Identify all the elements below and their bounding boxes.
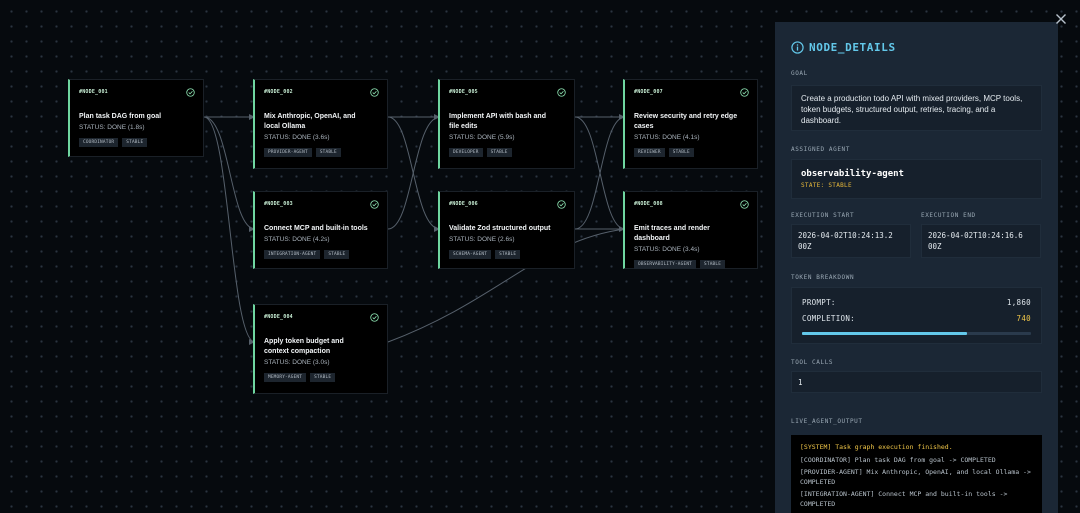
- execution-start-box: 2026-04-02T10:24:13.200Z: [791, 224, 911, 258]
- node-status: STATUS: DONE (4.1s): [634, 134, 700, 141]
- check-circle-icon: [557, 88, 566, 97]
- state-tag: STABLE: [495, 250, 521, 259]
- edge-006-007: [574, 116, 626, 230]
- check-circle-icon: [740, 88, 749, 97]
- log-line: [COORDINATOR] Plan task DAG from goal ->…: [800, 455, 996, 464]
- edge-003-005: [387, 116, 441, 230]
- node-id: #NODE_008: [634, 201, 663, 207]
- execution-start-value: 2026-04-02T10:24:13.200Z: [798, 231, 893, 251]
- node-status: STATUS: DONE (3.4s): [634, 246, 700, 253]
- node-id: #NODE_006: [449, 201, 478, 207]
- panel-title: NODE_DETAILS: [809, 40, 896, 54]
- assigned-agent-box: observability-agent STATE: STABLE: [791, 159, 1042, 199]
- graph-node[interactable]: #NODE_001 Plan task DAG from goal STATUS…: [68, 79, 204, 157]
- graph-node[interactable]: #NODE_008 Emit traces and render dashboa…: [623, 191, 758, 269]
- token-progress-bar: [802, 332, 1031, 335]
- node-status: STATUS: DONE (3.0s): [264, 359, 330, 366]
- state-tag: STABLE: [324, 250, 350, 259]
- graph-node[interactable]: #NODE_002 Mix Anthropic, OpenAI, and loc…: [253, 79, 388, 169]
- info-icon: [791, 40, 804, 54]
- agent-tag: INTEGRATION-AGENT: [264, 250, 321, 259]
- node-title: Plan task DAG from goal: [79, 113, 162, 120]
- token-breakdown-box: PROMPT: 1,860 COMPLETION: 740: [791, 287, 1042, 344]
- log-line: [INTEGRATION-AGENT] Connect MCP and buil…: [800, 490, 1008, 508]
- node-title: Connect MCP and built-in tools: [264, 225, 368, 232]
- node-title: Implement API with bash and file edits: [449, 113, 546, 130]
- state-tag: STABLE: [486, 148, 512, 157]
- tool-calls-label: TOOL CALLS: [791, 359, 834, 366]
- graph-canvas[interactable]: #NODE_001 Plan task DAG from goal STATUS…: [0, 0, 1080, 513]
- node-title: Apply token budget and context compactio…: [264, 338, 344, 355]
- tool-calls-value: 1: [798, 378, 803, 387]
- log-line: [PROVIDER-AGENT] Mix Anthropic, OpenAI, …: [800, 468, 1031, 486]
- check-circle-icon: [370, 313, 379, 322]
- close-icon[interactable]: [1054, 12, 1068, 26]
- token-breakdown-label: TOKEN BREAKDOWN: [791, 274, 855, 281]
- node-status: STATUS: DONE (1.8s): [79, 124, 145, 131]
- node-id: #NODE_007: [634, 89, 663, 95]
- live-output-log[interactable]: [SYSTEM] Task graph execution finished. …: [791, 435, 1042, 513]
- graph-node[interactable]: #NODE_005 Implement API with bash and fi…: [438, 79, 575, 169]
- token-progress-fill: [802, 332, 967, 335]
- prompt-value: 1,860: [1006, 298, 1031, 307]
- state-tag: STABLE: [315, 148, 341, 157]
- execution-end-label: EXECUTION END: [921, 212, 976, 219]
- tool-calls-box: 1: [791, 371, 1042, 393]
- agent-tag: OBSERVABILITY-AGENT: [634, 260, 697, 269]
- node-details-panel: NODE_DETAILS GOAL Create a production to…: [775, 22, 1058, 513]
- edge-002-006: [387, 116, 441, 230]
- node-id: #NODE_005: [449, 89, 478, 95]
- execution-end-box: 2026-04-02T10:24:16.600Z: [921, 224, 1041, 258]
- node-id: #NODE_002: [264, 89, 293, 95]
- completion-label: COMPLETION:: [802, 314, 855, 323]
- graph-node[interactable]: #NODE_007 Review security and retry edge…: [623, 79, 758, 169]
- agent-tag: MEMORY-AGENT: [264, 373, 307, 382]
- agent-tag: COORDINATOR: [79, 138, 119, 147]
- goal-label: GOAL: [791, 70, 808, 77]
- check-circle-icon: [186, 88, 195, 97]
- node-status: STATUS: DONE (4.2s): [264, 236, 330, 243]
- agent-tag: PROVIDER-AGENT: [264, 148, 312, 157]
- goal-text: Create a production todo API with mixed …: [791, 85, 1042, 131]
- check-circle-icon: [557, 200, 566, 209]
- node-title: Emit traces and render dashboard: [634, 225, 710, 242]
- log-line: [SYSTEM] Task graph execution finished.: [800, 443, 953, 451]
- node-title: Review security and retry edge cases: [634, 113, 738, 130]
- node-id: #NODE_004: [264, 314, 293, 320]
- agent-tag: REVIEWER: [634, 148, 665, 157]
- live-output-label: LIVE_AGENT_OUTPUT: [791, 418, 863, 425]
- execution-end-value: 2026-04-02T10:24:16.600Z: [928, 231, 1023, 251]
- graph-node[interactable]: #NODE_006 Validate Zod structured output…: [438, 191, 575, 269]
- edge-001-004: [203, 116, 256, 343]
- graph-node[interactable]: #NODE_003 Connect MCP and built-in tools…: [253, 191, 388, 269]
- state-tag: STABLE: [668, 148, 694, 157]
- agent-tag: SCHEMA-AGENT: [449, 250, 492, 259]
- node-status: STATUS: DONE (3.6s): [264, 134, 330, 141]
- node-id: #NODE_003: [264, 201, 293, 207]
- edge-001-003: [203, 116, 256, 230]
- check-circle-icon: [740, 200, 749, 209]
- node-title: Mix Anthropic, OpenAI, and local Ollama: [264, 113, 356, 130]
- graph-node[interactable]: #NODE_004 Apply token budget and context…: [253, 304, 388, 394]
- check-circle-icon: [370, 88, 379, 97]
- agent-name: observability-agent: [801, 169, 904, 179]
- node-status: STATUS: DONE (2.6s): [449, 236, 515, 243]
- state-tag: STABLE: [700, 260, 726, 269]
- execution-start-label: EXECUTION START: [791, 212, 855, 219]
- check-circle-icon: [370, 200, 379, 209]
- node-status: STATUS: DONE (5.9s): [449, 134, 515, 141]
- state-tag: STABLE: [122, 138, 148, 147]
- agent-tag: DEVELOPER: [449, 148, 483, 157]
- node-title: Validate Zod structured output: [449, 225, 551, 232]
- assigned-agent-label: ASSIGNED AGENT: [791, 146, 850, 153]
- state-tag: STABLE: [310, 373, 336, 382]
- node-id: #NODE_001: [79, 89, 108, 95]
- agent-state: STATE: STABLE: [801, 182, 852, 189]
- prompt-label: PROMPT:: [802, 298, 836, 307]
- completion-value: 740: [1016, 314, 1031, 323]
